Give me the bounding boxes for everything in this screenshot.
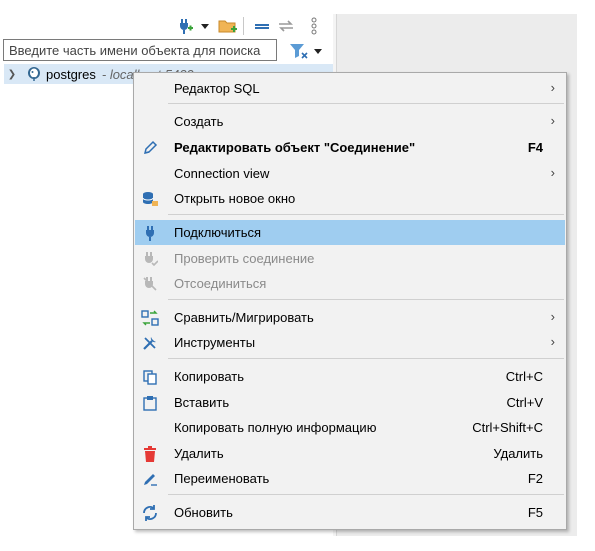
menu-separator — [168, 103, 564, 104]
menu-item-shortcut: Ctrl+C — [505, 369, 543, 384]
submenu-arrow-icon: › — [550, 165, 555, 180]
menu-item-copy-full-info[interactable]: Копировать полную информацию Ctrl+Shift+… — [135, 415, 565, 440]
menu-item-refresh[interactable]: Обновить F5 — [135, 500, 565, 525]
new-folder-icon — [218, 20, 237, 33]
collapse-all-button[interactable] — [252, 16, 272, 36]
new-folder-button[interactable] — [217, 16, 239, 36]
filter-button[interactable] — [289, 40, 329, 62]
search-input[interactable] — [3, 39, 277, 61]
menu-item-label: Вставить — [174, 395, 230, 410]
copy-icon — [141, 368, 159, 386]
submenu-arrow-icon: › — [550, 80, 555, 95]
menu-separator — [168, 214, 564, 215]
disconnect-icon — [141, 275, 159, 293]
menu-item-label: Отсоединиться — [174, 276, 267, 291]
menu-item-edit-connection[interactable]: Редактировать объект "Соединение" F4 — [135, 135, 565, 160]
plug-icon — [141, 224, 159, 242]
toolbar-separator — [243, 17, 244, 35]
new-connection-button[interactable] — [175, 16, 195, 36]
postgresql-icon — [26, 66, 42, 82]
menu-item-label: Connection view — [174, 166, 270, 181]
navigator-toolbar — [170, 14, 330, 38]
submenu-arrow-icon: › — [550, 334, 555, 349]
rename-icon — [141, 470, 159, 488]
menu-item-delete[interactable]: Удалить Удалить — [135, 441, 565, 466]
dropdown-arrow-icon — [201, 24, 209, 29]
expand-arrow-icon[interactable]: ❯ — [6, 69, 18, 80]
menu-item-shortcut: Ctrl+V — [506, 395, 543, 410]
menu-item-disconnect[interactable]: Отсоединиться — [135, 271, 565, 296]
menu-item-paste[interactable]: Вставить Ctrl+V — [135, 390, 565, 415]
menu-item-sql-editor[interactable]: Редактор SQL › — [135, 76, 565, 101]
database-window-icon — [141, 190, 159, 208]
menu-item-label: Копировать полную информацию — [174, 420, 377, 435]
compare-icon — [141, 309, 159, 327]
menu-item-copy[interactable]: Копировать Ctrl+C — [135, 364, 565, 389]
menu-item-open-new-window[interactable]: Открыть новое окно — [135, 186, 565, 211]
menu-separator — [168, 358, 564, 359]
paste-icon — [141, 394, 159, 412]
pencil-icon — [141, 139, 159, 157]
context-menu: Редактор SQL › Создать › Редактировать о… — [133, 72, 567, 530]
search-row — [3, 39, 333, 63]
menu-item-label: Удалить — [174, 446, 224, 461]
menu-item-tools[interactable]: Инструменты › — [135, 330, 565, 355]
trash-icon — [141, 445, 159, 463]
refresh-icon — [141, 504, 159, 522]
menu-item-create[interactable]: Создать › — [135, 109, 565, 134]
menu-item-shortcut: F2 — [527, 471, 543, 486]
menu-separator — [168, 299, 564, 300]
menu-item-label: Инструменты — [174, 335, 256, 350]
menu-separator — [168, 494, 564, 495]
menu-item-shortcut: F5 — [527, 505, 543, 520]
menu-item-connect[interactable]: Подключиться — [135, 220, 565, 245]
collapse-icon — [255, 24, 269, 29]
menu-item-label: Обновить — [174, 505, 233, 520]
submenu-arrow-icon: › — [550, 309, 555, 324]
menu-item-shortcut: F4 — [527, 140, 543, 155]
filter-icon — [290, 44, 308, 59]
menu-item-rename[interactable]: Переименовать F2 — [135, 466, 565, 491]
menu-item-test-connection[interactable]: Проверить соединение — [135, 246, 565, 271]
menu-item-shortcut: Ctrl+Shift+C — [472, 420, 543, 435]
link-icon — [279, 20, 293, 32]
menu-item-shortcut: Удалить — [493, 446, 543, 461]
connection-name: postgres — [46, 66, 96, 82]
menu-item-label: Переименовать — [174, 471, 270, 486]
more-icon — [311, 17, 317, 35]
link-editor-button[interactable] — [276, 16, 296, 36]
menu-item-connection-view[interactable]: Connection view › — [135, 161, 565, 186]
menu-item-compare-migrate[interactable]: Сравнить/Мигрировать › — [135, 305, 565, 330]
menu-item-label: Сравнить/Мигрировать — [174, 310, 314, 325]
menu-item-label: Создать — [174, 114, 224, 129]
menu-item-label: Редактор SQL — [174, 81, 260, 96]
menu-item-label: Редактировать объект "Соединение" — [174, 140, 416, 155]
tools-icon — [141, 334, 159, 352]
menu-item-label: Проверить соединение — [174, 251, 315, 266]
menu-item-label: Открыть новое окно — [174, 191, 296, 206]
new-connection-dropdown[interactable] — [199, 16, 211, 36]
view-menu-button[interactable] — [308, 16, 320, 36]
menu-item-label: Копировать — [174, 369, 244, 384]
menu-item-label: Подключиться — [174, 225, 262, 240]
new-connection-icon — [180, 19, 193, 34]
submenu-arrow-icon: › — [550, 113, 555, 128]
test-connection-icon — [141, 250, 159, 268]
chevron-down-icon — [314, 49, 322, 54]
